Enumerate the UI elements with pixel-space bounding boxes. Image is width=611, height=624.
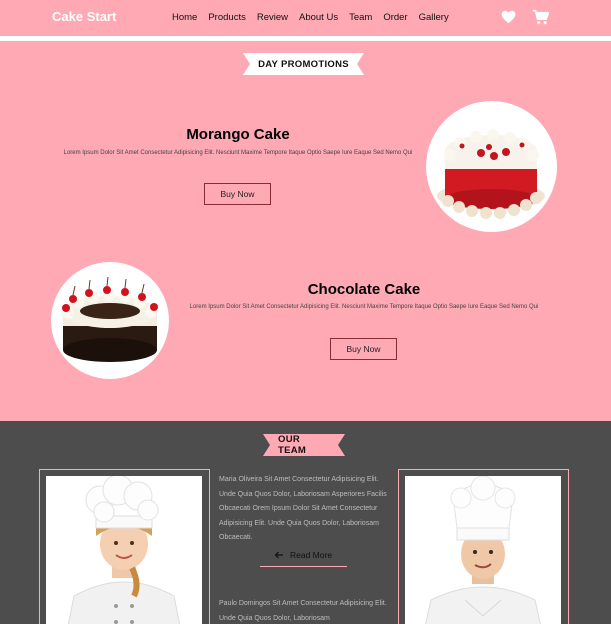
brand-logo[interactable]: Cake Start xyxy=(52,9,116,24)
nav-team[interactable]: Team xyxy=(349,12,372,23)
nav-about-us[interactable]: About Us xyxy=(299,12,338,23)
arrow-left-icon xyxy=(274,551,283,559)
team-title: OUR TEAM xyxy=(263,434,345,456)
buy-now-button-chocolate[interactable]: Buy Now xyxy=(330,338,397,360)
team-title-text: OUR TEAM xyxy=(270,434,338,456)
header: Cake Start Home Products Review About Us… xyxy=(0,0,611,36)
read-more-underline xyxy=(260,566,347,567)
chocolate-cake-image xyxy=(51,262,169,379)
team-section: OUR TEAM Maria Oliveira Sit Amet Consect… xyxy=(0,421,611,624)
promo-description-morango: Lorem Ipsum Dolor Sit Amet Consectetur A… xyxy=(63,150,413,156)
morango-cake-image xyxy=(426,101,557,232)
team-member-bio-paulo: Paulo Domingos Sit Amet Consectetur Adip… xyxy=(219,600,387,622)
header-divider xyxy=(0,36,611,41)
nav-home[interactable]: Home xyxy=(172,12,197,23)
promo-title-chocolate: Chocolate Cake xyxy=(307,281,421,298)
nav-review[interactable]: Review xyxy=(257,12,288,23)
heart-icon[interactable] xyxy=(501,10,516,24)
promotions-title: DAY PROMOTIONS xyxy=(243,53,364,75)
nav-products[interactable]: Products xyxy=(208,12,246,23)
main-nav: Home Products Review About Us Team Order… xyxy=(172,12,460,23)
promo-title-morango: Morango Cake xyxy=(186,126,290,143)
promotions-title-text: DAY PROMOTIONS xyxy=(250,53,357,75)
read-more-label: Read More xyxy=(290,550,333,560)
chef-woman-photo xyxy=(46,476,202,624)
nav-order[interactable]: Order xyxy=(383,12,407,23)
team-member-bio-maria: Maria Oliveira Sit Amet Consectetur Adip… xyxy=(219,476,387,542)
buy-now-button-morango[interactable]: Buy Now xyxy=(204,183,271,205)
nav-gallery[interactable]: Gallery xyxy=(419,12,449,23)
promo-description-chocolate: Lorem Ipsum Dolor Sit Amet Consectetur A… xyxy=(189,304,539,310)
read-more-link[interactable]: Read More xyxy=(274,550,332,560)
cart-icon[interactable] xyxy=(532,9,549,25)
chef-man-photo xyxy=(405,476,561,624)
